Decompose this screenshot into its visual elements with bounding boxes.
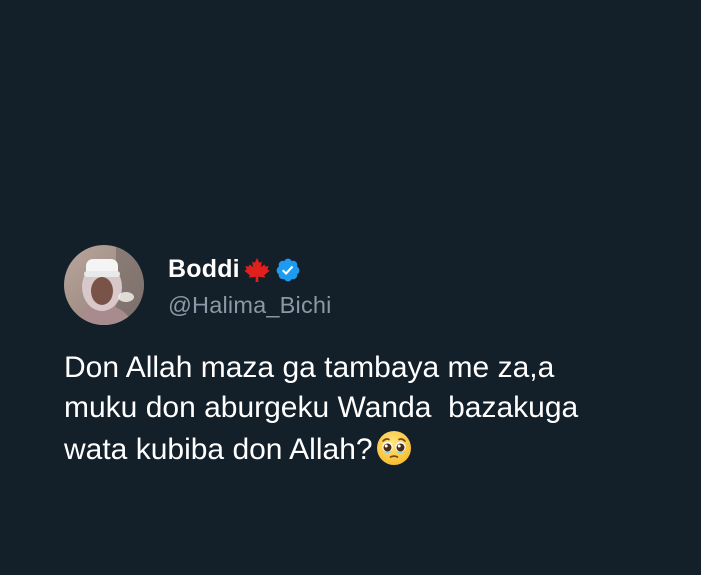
- display-name[interactable]: Boddi: [168, 255, 240, 284]
- verified-badge-icon[interactable]: [275, 257, 301, 283]
- avatar[interactable]: [64, 245, 144, 325]
- canada-maple-leaf-flag-icon: [243, 257, 271, 283]
- author-handle[interactable]: @Halima_Bichi: [168, 292, 332, 319]
- tweet-text-line-1: Don Allah maza ga tambaya me za,a: [64, 351, 555, 384]
- tweet-text-line-3: wata kubiba don Allah?: [64, 433, 373, 466]
- pleading-face-icon: [374, 428, 414, 468]
- author-info: Boddi @Halima_Bichi: [168, 252, 332, 319]
- name-row: Boddi: [168, 252, 332, 288]
- tweet-text-line-3-wrap: wata kubiba don Allah?: [64, 428, 676, 470]
- avatar-image: [64, 245, 144, 325]
- tweet-header: Boddi @Halima_Bichi: [64, 244, 684, 326]
- tweet-text: Don Allah maza ga tambaya me za,a muku d…: [64, 348, 676, 470]
- tweet-card: Boddi @Halima_Bichi Don Allah maza ga ta…: [64, 244, 684, 470]
- tweet-text-line-2: muku don aburgeku Wanda bazakuga: [64, 391, 579, 424]
